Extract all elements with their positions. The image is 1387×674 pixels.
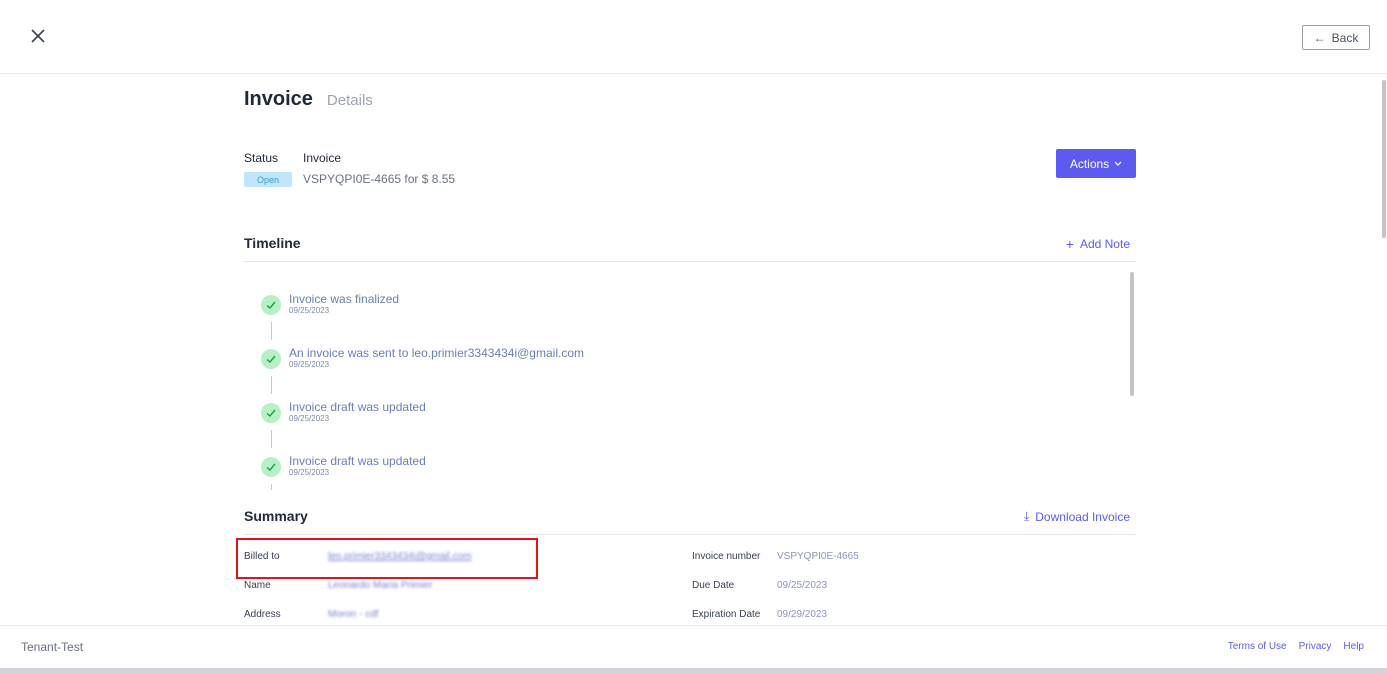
- arrow-left-icon: ←: [1313, 30, 1326, 45]
- back-button[interactable]: ← Back: [1302, 25, 1370, 50]
- privacy-link[interactable]: Privacy: [1299, 641, 1332, 652]
- timeline-connector: [271, 430, 272, 448]
- timeline-title: Timeline: [244, 235, 301, 251]
- timeline-scrollbar[interactable]: [1130, 272, 1134, 396]
- timeline-list: Invoice was finalized 09/25/2023 An invo…: [244, 272, 1136, 490]
- invoice-label: Invoice: [303, 151, 342, 165]
- help-link[interactable]: Help: [1343, 641, 1364, 652]
- download-invoice-label: Download Invoice: [1035, 509, 1130, 524]
- add-note-label: Add Note: [1079, 237, 1130, 251]
- expiration-date-label: Expiration Date: [692, 609, 761, 620]
- main-content: Invoice Details Status Invoice Open VSPY…: [244, 74, 1136, 625]
- timeline-item: An invoice was sent to leo.primier334343…: [261, 346, 1061, 376]
- tenant-name: Tenant-Test: [21, 640, 84, 654]
- download-icon: ⤓: [1023, 509, 1030, 523]
- timeline-item-text: Invoice was finalized: [289, 292, 400, 306]
- check-circle-icon: [261, 295, 281, 315]
- add-note-button[interactable]: + Add Note: [1066, 236, 1130, 252]
- billed-to-label: Billed to: [244, 551, 280, 562]
- page-header: Invoice Details: [244, 88, 373, 111]
- summary-divider: [244, 534, 1136, 535]
- timeline-item: Invoice draft was updated 09/25/2023: [261, 454, 1061, 484]
- invoice-summary: VSPYQPI0E-4665 for $ 8.55: [303, 172, 456, 186]
- footer-links: Terms of Use Privacy Help: [1228, 641, 1364, 652]
- timeline-item-date: 09/25/2023: [289, 414, 330, 423]
- footer: Tenant-Test Terms of Use Privacy Help: [0, 625, 1387, 668]
- timeline-item-date: 09/25/2023: [289, 360, 330, 369]
- check-circle-icon: [261, 457, 281, 477]
- due-date-label: Due Date: [692, 580, 735, 591]
- invoice-number-label: Invoice number: [692, 551, 761, 562]
- timeline-item-date: 09/25/2023: [289, 468, 330, 477]
- due-date-value: 09/25/2023: [777, 580, 828, 591]
- status-label: Status: [244, 151, 279, 165]
- timeline-item-text: Invoice draft was updated: [289, 400, 426, 414]
- actions-button-label: Actions: [1069, 156, 1110, 171]
- timeline-item-date: 09/25/2023: [289, 306, 330, 315]
- timeline-item: Invoice was finalized 09/25/2023: [261, 292, 1061, 322]
- name-value: Leonardo Maria Primier: [328, 580, 433, 591]
- page-scrollbar[interactable]: [1382, 80, 1386, 238]
- plus-icon: +: [1065, 236, 1074, 252]
- chevron-down-icon: [1114, 161, 1122, 166]
- timeline-divider: [244, 261, 1136, 262]
- horizontal-scrollbar[interactable]: [0, 668, 1387, 674]
- timeline-item-text: An invoice was sent to leo.primier334343…: [289, 346, 584, 360]
- check-circle-icon: [261, 349, 281, 369]
- timeline-connector: [271, 484, 272, 490]
- page-title: Invoice: [244, 88, 313, 110]
- terms-of-use-link[interactable]: Terms of Use: [1228, 641, 1287, 652]
- address-value: Moron - cdf: [328, 609, 379, 620]
- billed-to-email-link[interactable]: leo.primier3343434i@gmail.com: [328, 551, 472, 562]
- timeline-connector: [271, 322, 272, 340]
- top-bar: ← Back: [0, 0, 1387, 74]
- status-badge: Open: [244, 172, 292, 187]
- timeline-connector: [271, 376, 272, 394]
- invoice-number-value: VSPYQPI0E-4665: [777, 551, 859, 562]
- page-subtitle: Details: [326, 92, 373, 109]
- timeline-item: Invoice draft was updated 09/25/2023: [261, 400, 1061, 430]
- download-invoice-button[interactable]: ⤓ Download Invoice: [1024, 509, 1130, 524]
- address-label: Address: [244, 609, 281, 620]
- actions-button[interactable]: Actions: [1056, 149, 1136, 178]
- name-label: Name: [244, 580, 271, 591]
- close-icon[interactable]: [28, 26, 48, 46]
- timeline-item-text: Invoice draft was updated: [289, 454, 426, 468]
- expiration-date-value: 09/29/2023: [777, 609, 828, 620]
- check-circle-icon: [261, 403, 281, 423]
- summary-title: Summary: [244, 508, 308, 524]
- back-button-label: Back: [1331, 30, 1359, 45]
